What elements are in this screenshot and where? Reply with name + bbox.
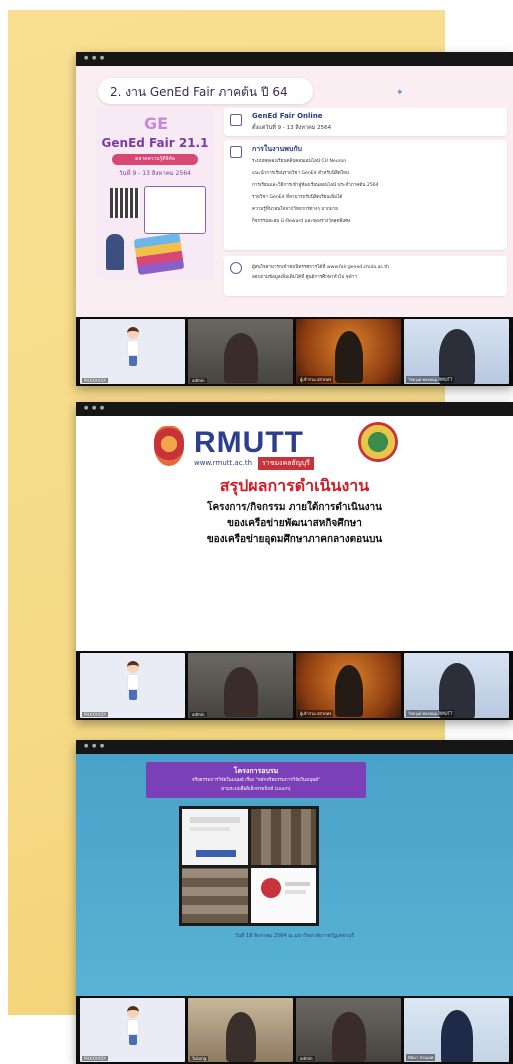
participant-tile[interactable]: admin [188, 319, 293, 384]
collage-canvas: ● ● ● 2. งาน GenEd Fair ภาคต้น ปี 64 ✦ G… [0, 0, 513, 1064]
three-dots-icon[interactable]: ● ● ● [84, 743, 105, 749]
brand-text: RMUTT [194, 426, 304, 459]
avatar [126, 1006, 140, 1045]
participant-name: ผู้เข้าร่วม สสวกทร [298, 376, 334, 383]
rmutt-seal-icon [154, 426, 184, 466]
meeting-screenshot-3: ● ● ● โครงการอบรม จริยธรรมการวิจัยในมนุษ… [76, 740, 513, 1064]
avatar [334, 331, 363, 383]
info-card-online: GenEd Fair Online ตั้งแต่วันที่ 9 - 13 ส… [224, 108, 507, 136]
list-icon [230, 146, 242, 158]
list-item: รายวิชา GenEd ที่สามารถรับนิสิตเรียนเพิ่… [252, 195, 343, 200]
slide-line: ของเครือข่ายพัฒนาสหกิจศึกษา [227, 518, 362, 529]
three-dots-icon[interactable]: ● ● ● [84, 405, 105, 411]
banner-line: ผ่านระบบสื่ออิเล็กทรอนิกส์ (zoom) [221, 787, 291, 792]
participant-tile[interactable]: PHXXXXXX [80, 319, 185, 384]
banner-title: โครงการอบรม [233, 767, 279, 775]
qr-code-icon [110, 188, 140, 218]
participant-name: Yukong [190, 1056, 209, 1061]
calendar-icon [230, 114, 242, 126]
zoom-gallery-photo [250, 809, 316, 865]
list-item: ระบบทดลองเรียนคลิปคอนเอนไลน์ CU Neuron [252, 159, 347, 164]
meeting-topbar: ● ● ● [76, 52, 513, 66]
poster-heading: GenEd Fair 21.1 [101, 136, 209, 150]
list-item: แนะนำการเรียนรายวิชา GenEd สำหรับนิสิตให… [252, 171, 350, 176]
meeting-topbar: ● ● ● [76, 740, 513, 754]
avatar [331, 1012, 366, 1062]
avatar [223, 667, 258, 717]
participant-name: admin [190, 378, 207, 383]
gened-logo: GE [144, 114, 169, 133]
participant-name: ไชยวุฒิ ทองพนม RMUTT [406, 376, 455, 383]
slide-heading: สรุปผลการดำเนินงาน [219, 476, 370, 495]
participant-name: PHXXXXXX [82, 1056, 108, 1061]
info-card-activities: การในงานพบกับ ระบบทดลองเรียนคลิปคอนเอนไล… [224, 140, 507, 250]
photo-collage [179, 806, 319, 926]
participant-name: admin [298, 1056, 315, 1061]
slide-date: วันที่ 18 สิงหาคม 2564 ณ มหาวิทยาลัยราชภ… [234, 933, 355, 939]
list-item: ความรู้ที่น่าสนใจจากวิทยากรต่างๆ มากมาย [252, 207, 338, 212]
brand-website: www.rmutt.ac.th [194, 459, 253, 467]
footer-line: สอบถามข้อมูลเพิ่มเติมได้ที่ ศูนย์การศึกษ… [252, 275, 357, 280]
network-emblem-icon [358, 422, 398, 462]
participant-tile[interactable]: ปัทมา ปานเมศ [404, 998, 509, 1062]
globe-icon [230, 262, 242, 274]
avatar [126, 327, 140, 366]
brand-tag: ราชมงคลธัญบุรี [258, 457, 314, 470]
participant-strip: PHXXXXXX admin ผู้เข้าร่วม สสวกทร ไชยวุฒ… [76, 651, 513, 720]
slide-photo [182, 809, 248, 865]
slide-line: โครงการ/กิจกรรม ภายใต้การดำเนินงาน [207, 502, 382, 513]
zoom-gallery-photo [182, 867, 248, 923]
participant-tile[interactable]: admin [296, 998, 401, 1062]
list-item: การเรียนและวิธีการเข้าสู่ห้องเรียนออนไลน… [252, 183, 379, 188]
meeting-screenshot-1: ● ● ● 2. งาน GenEd Fair ภาคต้น ปี 64 ✦ G… [76, 52, 513, 386]
books-illustration [133, 232, 185, 276]
participant-strip: PHXXXXXX admin ผู้เข้าร่วม สสวกทร ไชยวุฒ… [76, 317, 513, 386]
training-banner: โครงการอบรม จริยธรรมการวิจัยในมนุษย์ เรื… [146, 762, 366, 798]
slide-line: ของเครือข่ายอุดมศึกษาภาคกลางตอนบน [206, 534, 383, 545]
participant-name: ไชยวุฒิ ทองพนม RMUTT [406, 710, 455, 717]
meeting-topbar: ● ● ● [76, 402, 513, 416]
list-item: กิจกรรมสะสม G-Reward และของรางวัลสุดพิเศ… [252, 219, 350, 224]
avatar [126, 661, 140, 700]
card-subtitle: ตั้งแต่วันที่ 9 - 13 สิงหาคม 2564 [252, 125, 332, 131]
avatar [225, 1012, 256, 1062]
shared-slide-rmutt: RMUTT www.rmutt.ac.th ราชมงคลธัญบุรี สรุ… [76, 416, 513, 651]
participant-strip: PHXXXXXX Yukong admin ปัทมา ปานเมศ [76, 996, 513, 1064]
participant-name: ปัทมา ปานเมศ [406, 1054, 436, 1061]
participant-tile[interactable]: Yukong [188, 998, 293, 1062]
shared-slide-gened: 2. งาน GenEd Fair ภาคต้น ปี 64 ✦ GE GenE… [76, 66, 513, 317]
slide-title: 2. งาน GenEd Fair ภาคต้น ปี 64 [98, 78, 313, 104]
student-illustration [106, 234, 124, 270]
participant-tile[interactable]: ไชยวุฒิ ทองพนม RMUTT [404, 319, 509, 384]
participant-name: ผู้เข้าร่วม สสวกทร [298, 710, 334, 717]
participant-name: PHXXXXXX [82, 378, 108, 383]
participant-tile[interactable]: ไชยวุฒิ ทองพนม RMUTT [404, 653, 509, 718]
info-card-footer: ผู้สนใจสามารถเข้าชมนิทรรศการได้ที่ www.f… [224, 256, 507, 296]
avatar [223, 333, 258, 383]
poster-date: วันที่ 9 - 13 สิงหาคม 2564 [119, 170, 191, 177]
participant-tile[interactable]: admin [188, 653, 293, 718]
slide-photo [250, 867, 316, 923]
banner-line: จริยธรรมการวิจัยในมนุษย์ เรื่อง "หลักจริ… [191, 778, 321, 783]
footer-line: ผู้สนใจสามารถเข้าชมนิทรรศการได้ที่ www.f… [252, 265, 390, 270]
participant-name: admin [190, 712, 207, 717]
participant-name: PHXXXXXX [82, 712, 108, 717]
participant-tile[interactable]: ผู้เข้าร่วม สสวกทร [296, 653, 401, 718]
gened-poster: GE GenEd Fair 21.1 ตลาดความรู้ดิจิทัล วั… [96, 108, 214, 280]
poster-pill: ตลาดความรู้ดิจิทัล [112, 154, 198, 165]
avatar [440, 1010, 473, 1062]
participant-tile[interactable]: PHXXXXXX [80, 653, 185, 718]
sparkle-icon: ✦ [396, 88, 404, 98]
card-title: GenEd Fair Online [252, 112, 323, 120]
participant-tile[interactable]: ผู้เข้าร่วม สสวกทร [296, 319, 401, 384]
avatar [334, 665, 363, 717]
meeting-screenshot-2: ● ● ● RMUTT www.rmutt.ac.th ราชมงคลธัญบุ… [76, 402, 513, 720]
participant-tile[interactable]: PHXXXXXX [80, 998, 185, 1062]
three-dots-icon[interactable]: ● ● ● [84, 55, 105, 61]
poster-info-box [144, 186, 206, 234]
card-title: การในงานพบกับ [252, 145, 303, 153]
shared-slide-training: โครงการอบรม จริยธรรมการวิจัยในมนุษย์ เรื… [76, 754, 513, 996]
